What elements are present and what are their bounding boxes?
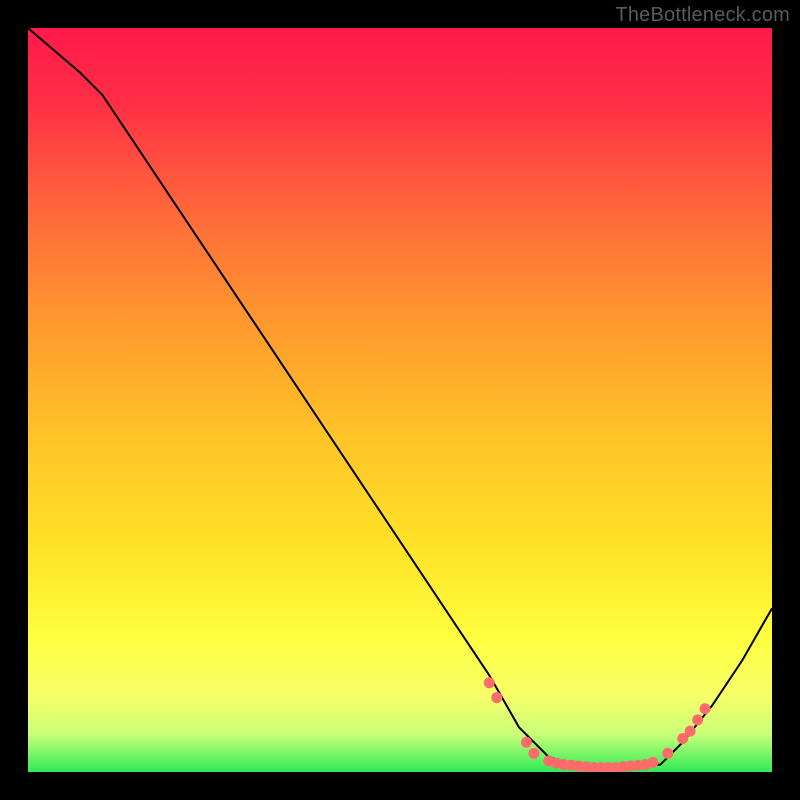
data-marker xyxy=(521,737,532,748)
data-marker xyxy=(484,677,495,688)
chart-svg xyxy=(28,28,772,772)
plot-area xyxy=(28,28,772,772)
data-marker xyxy=(662,748,673,759)
data-marker xyxy=(700,703,711,714)
data-marker xyxy=(647,757,658,768)
data-marker xyxy=(528,748,539,759)
chart-container: TheBottleneck.com xyxy=(0,0,800,800)
watermark-text: TheBottleneck.com xyxy=(615,4,790,27)
data-marker xyxy=(692,714,703,725)
gradient-background xyxy=(28,28,772,772)
data-marker xyxy=(685,726,696,737)
data-marker xyxy=(491,692,502,703)
